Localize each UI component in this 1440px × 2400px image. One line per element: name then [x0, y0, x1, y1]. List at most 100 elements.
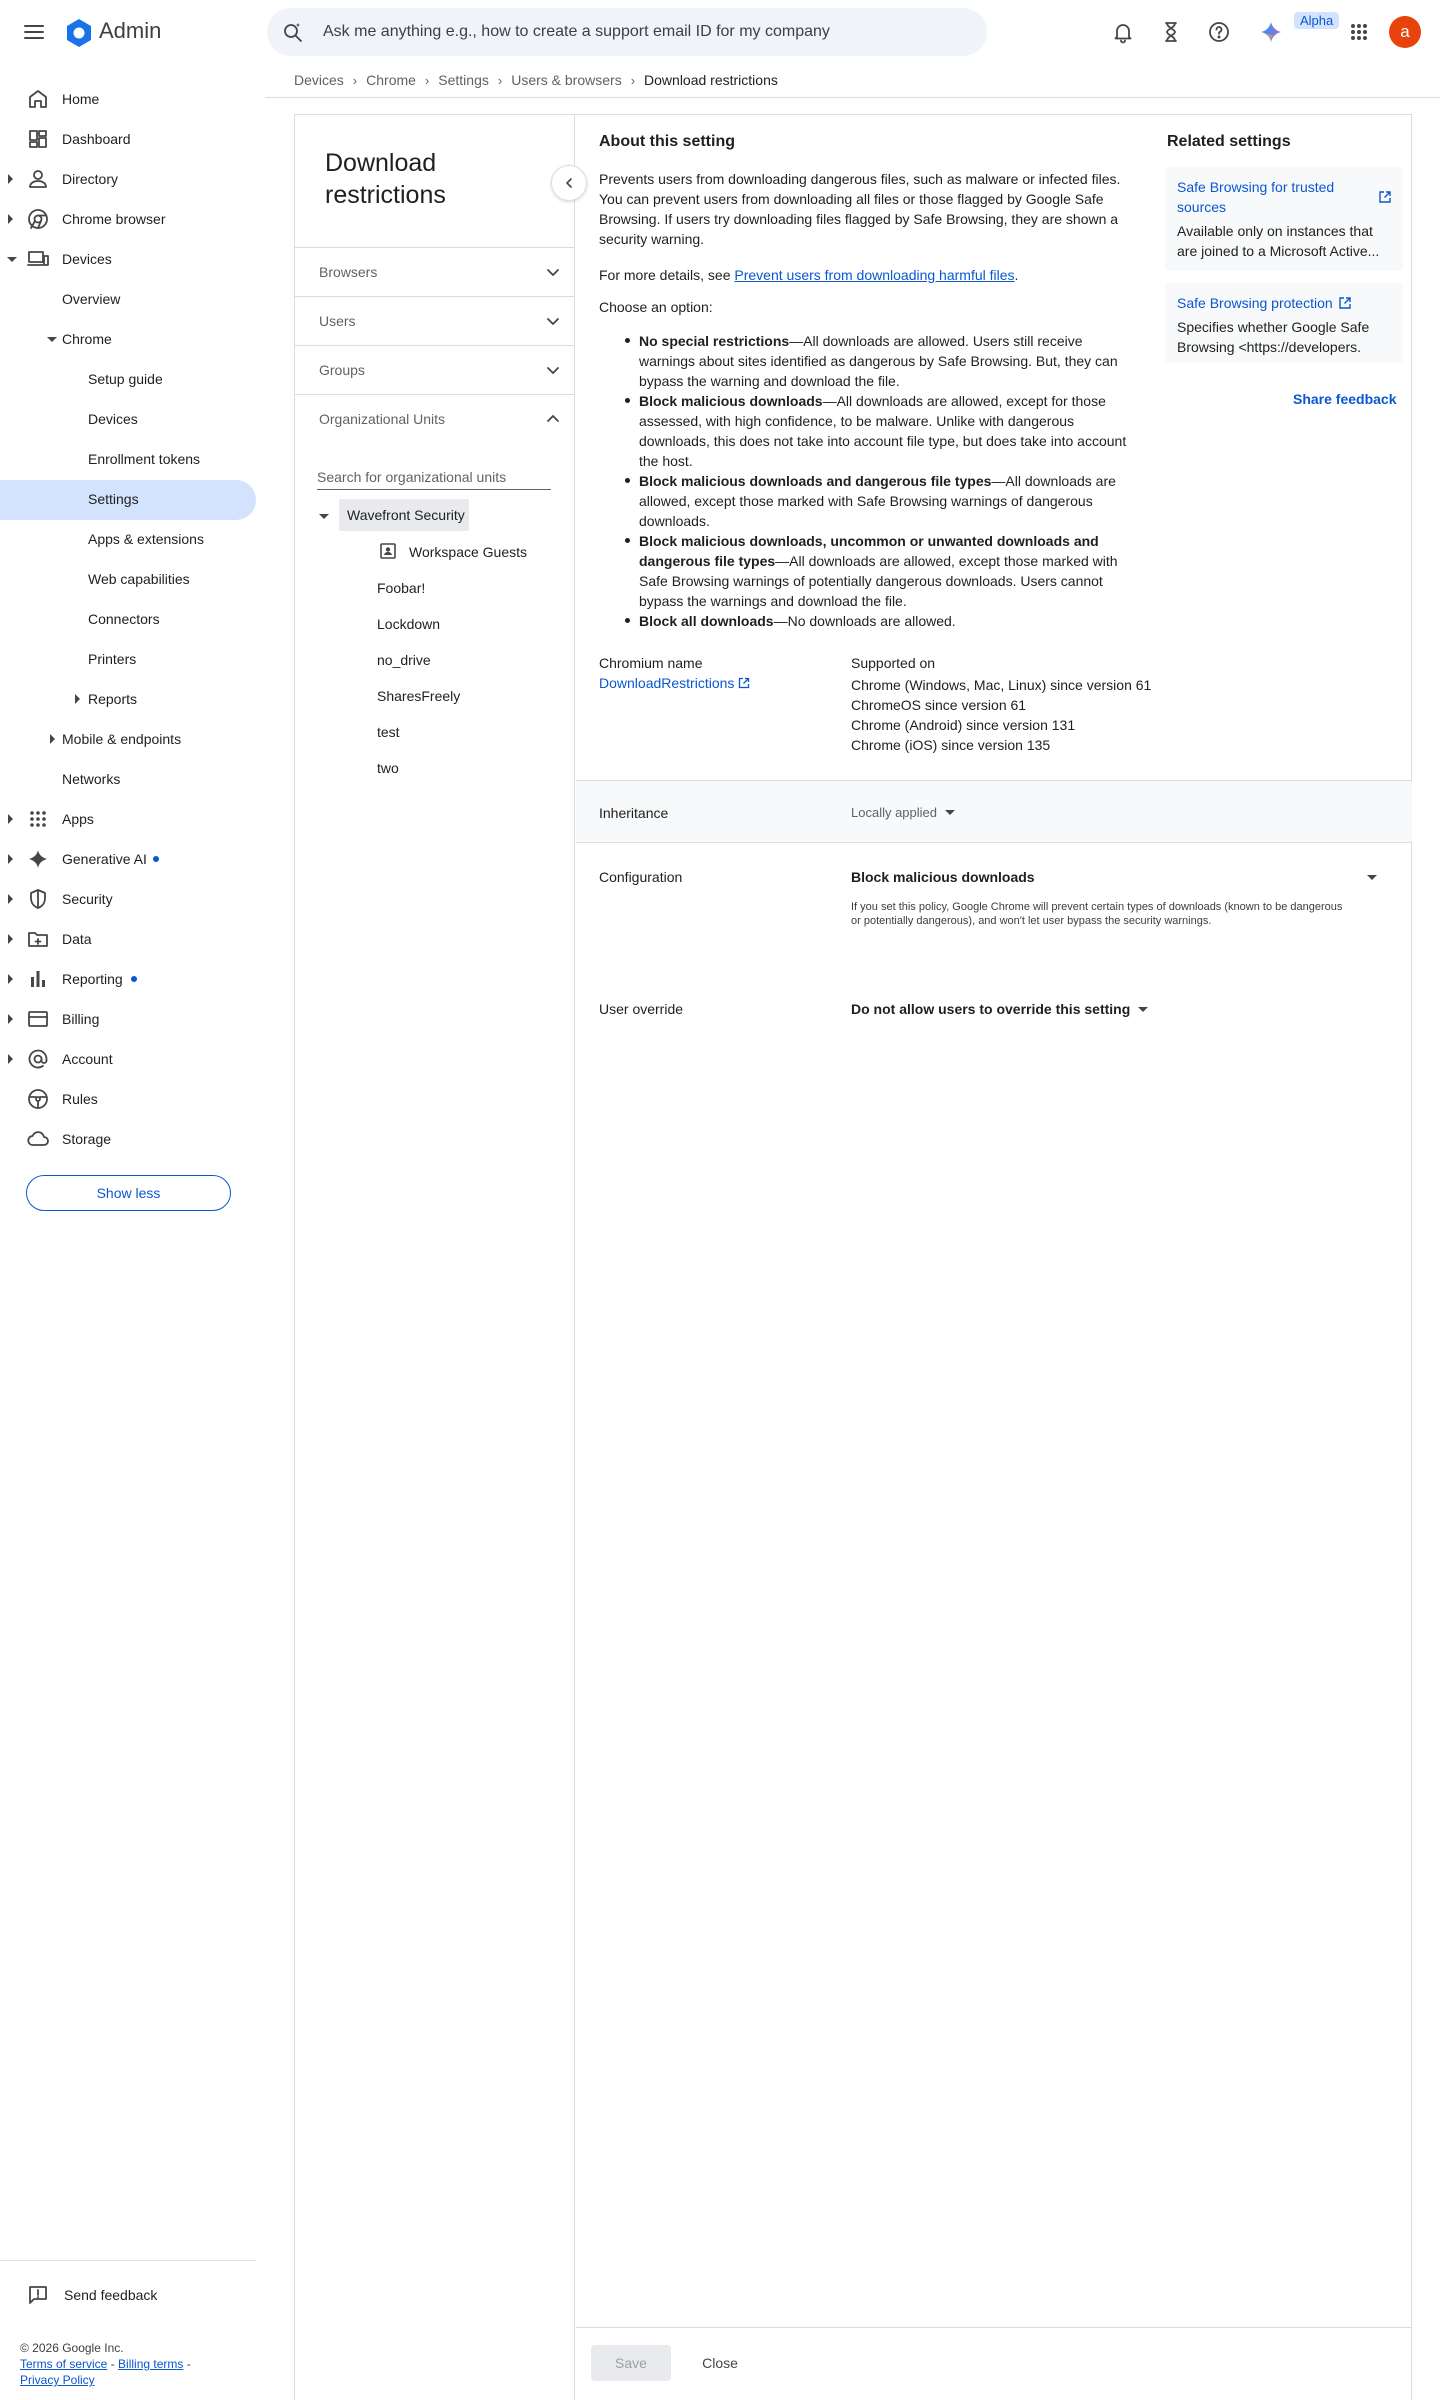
list-item: No special restrictions—All downloads ar… — [625, 331, 1137, 391]
expand-arrow-icon — [8, 854, 13, 864]
dashboard-icon — [29, 130, 47, 148]
devices-icon — [27, 251, 49, 266]
nav-item-data[interactable]: Data — [0, 919, 256, 959]
nav-item-storage[interactable]: Storage — [0, 1119, 256, 1159]
open-in-new-icon[interactable] — [1337, 295, 1353, 311]
account-avatar[interactable]: a — [1389, 16, 1421, 48]
help-icon[interactable] — [1207, 20, 1231, 44]
notifications-bell-icon[interactable] — [1111, 20, 1135, 44]
breadcrumb-devices[interactable]: Devices — [294, 72, 344, 88]
nav-item-chrome-devices[interactable]: Devices — [0, 399, 256, 439]
search-input[interactable] — [323, 8, 963, 56]
nav-item-setup-guide[interactable]: Setup guide — [0, 359, 256, 399]
configuration-select[interactable]: Block malicious downloads — [851, 869, 1381, 891]
user-override-select[interactable]: Do not allow users to override this sett… — [851, 1001, 1149, 1017]
breadcrumb-chrome[interactable]: Chrome — [366, 72, 416, 88]
nav-item-reporting[interactable]: Reporting — [0, 959, 256, 999]
nav-item-account[interactable]: Account — [0, 1039, 256, 1079]
nav-item-security[interactable]: Security — [0, 879, 256, 919]
tree-item-no-drive[interactable]: no_drive — [377, 644, 431, 676]
section-groups[interactable]: Groups — [295, 345, 574, 393]
scope-panel: Download restrictions Browsers Users Gro… — [295, 115, 575, 2400]
folder-icon — [28, 932, 48, 947]
inheritance-label: Inheritance — [599, 805, 669, 821]
tree-item-wavefront-security[interactable]: Wavefront Security — [339, 499, 469, 531]
ou-search-input[interactable] — [317, 464, 551, 490]
related-link-trusted-sources[interactable]: Safe Browsing for trusted sources — [1177, 177, 1367, 217]
expand-arrow-icon — [8, 934, 13, 944]
nav-item-home[interactable]: Home — [0, 79, 256, 119]
tree-item-sharesfreely[interactable]: SharesFreely — [377, 680, 460, 712]
nav-item-chrome[interactable]: Chrome — [0, 319, 256, 359]
nav-item-settings[interactable]: Settings — [0, 479, 256, 519]
breadcrumb: Devices › Chrome › Settings › Users & br… — [294, 70, 778, 90]
tree-item-lockdown[interactable]: Lockdown — [377, 608, 440, 640]
tree-item-two[interactable]: two — [377, 752, 399, 784]
breadcrumb-separator-icon: › — [352, 72, 358, 88]
shield-icon — [30, 889, 46, 909]
open-in-new-icon[interactable] — [1377, 189, 1393, 205]
top-bar: Admin Alpha a — [0, 0, 1440, 64]
chromium-name-link[interactable]: DownloadRestrictions — [599, 675, 751, 691]
dropdown-arrow-icon — [1367, 875, 1377, 880]
tree-item-test[interactable]: test — [377, 716, 400, 748]
alpha-badge: Alpha — [1294, 12, 1340, 29]
nav-item-networks[interactable]: Networks — [0, 759, 256, 799]
breadcrumb-settings[interactable]: Settings — [438, 72, 489, 88]
collapse-panel-button[interactable] — [551, 165, 587, 201]
cloud-icon — [27, 1131, 49, 1146]
privacy-policy-link[interactable]: Privacy Policy — [20, 2373, 95, 2387]
nav-item-rules[interactable]: Rules — [0, 1079, 256, 1119]
nav-item-dashboard[interactable]: Dashboard — [0, 119, 256, 159]
tasks-hourglass-icon[interactable] — [1159, 20, 1183, 44]
nav-item-chrome-browser[interactable]: Chrome browser — [0, 199, 256, 239]
tree-item-foobar[interactable]: Foobar! — [377, 572, 425, 604]
dropdown-arrow-icon — [1138, 1006, 1149, 1012]
nav-item-enrollment-tokens[interactable]: Enrollment tokens — [0, 439, 256, 479]
section-users[interactable]: Users — [295, 296, 574, 344]
nav-item-overview[interactable]: Overview — [0, 279, 256, 319]
nav-item-billing[interactable]: Billing — [0, 999, 256, 1039]
nav-item-apps-extensions[interactable]: Apps & extensions — [0, 519, 256, 559]
nav-item-devices[interactable]: Devices — [0, 239, 256, 279]
expand-arrow-icon — [8, 174, 13, 184]
configuration-help-text: If you set this policy, Google Chrome wi… — [851, 901, 1343, 927]
about-setting-title: About this setting — [599, 133, 735, 150]
gemini-sparkle-icon[interactable] — [1259, 20, 1283, 44]
option-list: No special restrictions—All downloads ar… — [625, 331, 1137, 631]
new-indicator-dot — [153, 856, 159, 862]
billing-terms-link[interactable]: Billing terms — [118, 2357, 183, 2371]
show-less-button[interactable]: Show less — [26, 1175, 231, 1211]
nav-item-mobile-endpoints[interactable]: Mobile & endpoints — [0, 719, 256, 759]
nav-item-reports[interactable]: Reports — [0, 679, 256, 719]
nav-item-apps[interactable]: Apps — [0, 799, 256, 839]
breadcrumb-separator-icon: › — [424, 72, 430, 88]
setting-detail-card: Download restrictions Browsers Users Gro… — [294, 114, 1412, 2400]
tree-item-workspace-guests[interactable]: Workspace Guests — [409, 536, 527, 568]
section-organizational-units[interactable]: Organizational Units — [295, 394, 574, 442]
inheritance-select[interactable]: Locally applied — [851, 805, 956, 820]
main-menu-icon[interactable] — [20, 18, 48, 46]
admin-logo-icon[interactable] — [64, 18, 94, 48]
list-item: Chrome (Windows, Mac, Linux) since versi… — [851, 677, 1152, 693]
tree-collapse-arrow-icon[interactable] — [319, 514, 329, 519]
chevron-down-icon — [547, 269, 559, 276]
expand-arrow-icon — [8, 214, 13, 224]
dropdown-arrow-icon — [945, 810, 956, 815]
nav-item-generative-ai[interactable]: Generative AI — [0, 839, 256, 879]
section-browsers[interactable]: Browsers — [295, 247, 574, 295]
user-override-label: User override — [599, 1001, 684, 1017]
close-button[interactable]: Close — [685, 2345, 755, 2381]
send-feedback-link[interactable]: Send feedback — [26, 2280, 157, 2310]
nav-item-web-capabilities[interactable]: Web capabilities — [0, 559, 256, 599]
save-button[interactable]: Save — [591, 2345, 671, 2381]
nav-item-printers[interactable]: Printers — [0, 639, 256, 679]
search-box[interactable] — [267, 8, 987, 56]
harmful-files-help-link[interactable]: Prevent users from downloading harmful f… — [734, 267, 1014, 283]
apps-grid-icon[interactable] — [1347, 20, 1371, 44]
nav-item-directory[interactable]: Directory — [0, 159, 256, 199]
nav-item-connectors[interactable]: Connectors — [0, 599, 256, 639]
share-feedback-button[interactable]: Share feedback — [1293, 391, 1397, 407]
terms-of-service-link[interactable]: Terms of service — [20, 2357, 107, 2371]
breadcrumb-users-browsers[interactable]: Users & browsers — [511, 72, 621, 88]
